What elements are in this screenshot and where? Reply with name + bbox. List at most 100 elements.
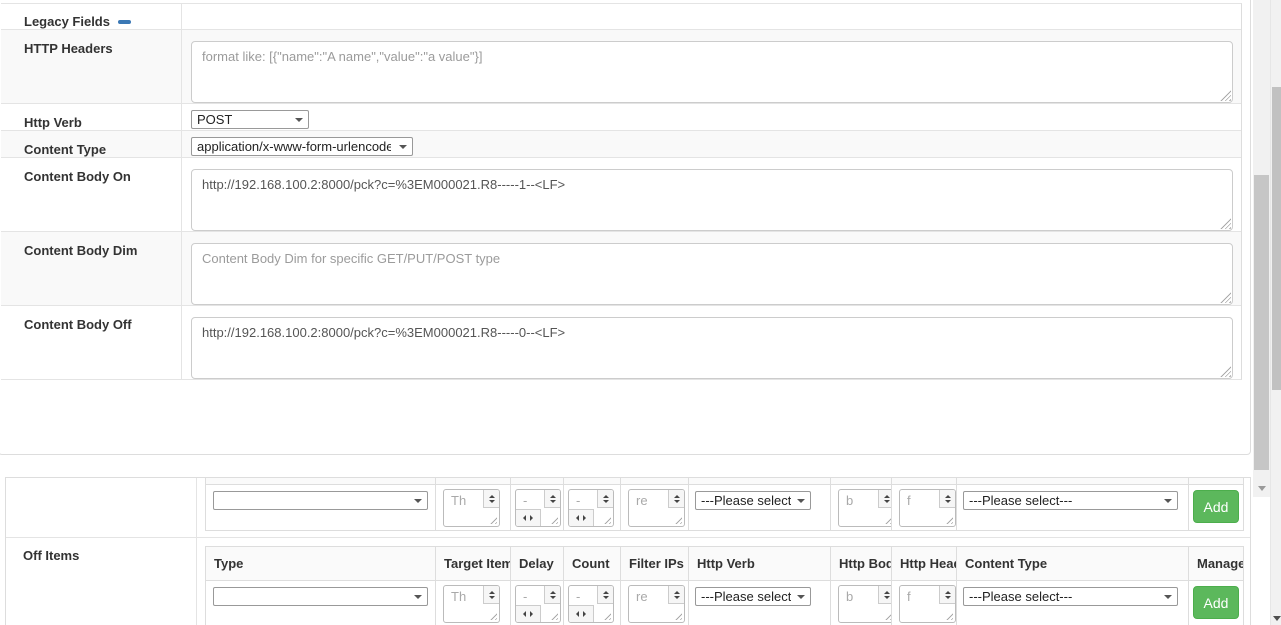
off-http-body-input[interactable]: b — [838, 585, 892, 623]
on-content-type-select[interactable]: ---Please select--- — [963, 491, 1178, 510]
http-verb-selected-value: POST — [197, 112, 232, 127]
form-row-http-verb: Http Verb POST — [1, 103, 1241, 130]
chevron-down-icon — [1164, 595, 1172, 599]
chevron-down-icon — [414, 499, 422, 503]
col-http-body: Http Body — [831, 547, 892, 581]
http-header-placeholder: f — [907, 493, 911, 508]
on-target-item-input[interactable]: Th — [443, 489, 500, 527]
http-verb-select[interactable]: POST — [191, 110, 309, 129]
items-panel: Type Target Item Delay Count Filter IPs … — [5, 477, 1251, 625]
resize-grip-icon[interactable] — [488, 611, 497, 620]
count-placeholder: - — [576, 589, 580, 604]
resize-grip-icon[interactable] — [549, 611, 558, 620]
on-count-input[interactable]: - — [568, 489, 614, 527]
content-type-selected-value: ---Please select--- — [969, 493, 1072, 508]
off-items-row: Off Items Type Target Item Delay Count F… — [6, 538, 1250, 625]
spinner-updown-icon[interactable] — [597, 586, 613, 604]
chevron-down-icon — [295, 118, 303, 122]
on-http-header-input[interactable]: f — [899, 489, 956, 527]
spinner-updown-icon[interactable] — [483, 490, 499, 508]
content-body-dim-textarea[interactable] — [191, 243, 1233, 305]
form-row-legacy-fields: Legacy Fields — [1, 4, 1241, 29]
window-scroll-down-button[interactable] — [1271, 611, 1281, 625]
content-body-on-label: Content Body On — [1, 158, 182, 231]
spinner-updown-icon[interactable] — [878, 586, 892, 604]
spinner-updown-icon[interactable] — [878, 490, 892, 508]
arrow-down-icon — [1273, 616, 1281, 621]
resize-grip-icon[interactable] — [673, 515, 682, 524]
off-content-type-select[interactable]: ---Please select--- — [963, 587, 1178, 606]
on-type-select[interactable] — [213, 491, 428, 510]
collapse-minus-icon[interactable] — [118, 20, 131, 24]
content-body-off-label: Content Body Off — [1, 306, 182, 379]
col-delay: Delay — [511, 547, 564, 581]
resize-grip-icon[interactable] — [944, 515, 953, 524]
form-row-content-body-off: Content Body Off http://192.168.100.2:80… — [1, 305, 1241, 379]
content-body-on-textarea[interactable]: http://192.168.100.2:8000/pck?c=%3EM0000… — [191, 169, 1233, 231]
spinner-updown-icon[interactable] — [483, 586, 499, 604]
filter-ips-placeholder: re — [636, 493, 648, 508]
spinner-updown-icon[interactable] — [668, 490, 684, 508]
window-scrollbar-thumb[interactable] — [1272, 87, 1281, 390]
arrow-down-icon — [1258, 486, 1266, 491]
spinner-updown-icon[interactable] — [544, 586, 560, 604]
spinner-leftright-icon[interactable] — [516, 509, 541, 526]
off-http-verb-select[interactable]: ---Please select--- — [695, 587, 811, 606]
chevron-down-icon — [399, 145, 407, 149]
on-http-body-input[interactable]: b — [838, 489, 892, 527]
delay-placeholder: - — [523, 589, 527, 604]
resize-grip-icon[interactable] — [883, 515, 892, 524]
spinner-updown-icon[interactable] — [544, 490, 560, 508]
http-verb-selected-value: ---Please select--- — [701, 493, 791, 508]
resize-grip-icon[interactable] — [488, 515, 497, 524]
off-target-item-input[interactable]: Th — [443, 585, 500, 623]
filter-ips-placeholder: re — [636, 589, 648, 604]
spinner-updown-icon[interactable] — [939, 490, 955, 508]
chevron-down-icon — [797, 595, 805, 599]
off-items-table: Type Target Item Delay Count Filter IPs … — [205, 546, 1244, 625]
chevron-down-icon — [414, 595, 422, 599]
on-filter-ips-input[interactable]: re — [628, 489, 685, 527]
legacy-fields-label: Legacy Fields — [1, 4, 182, 29]
form-row-http-headers: HTTP Headers — [1, 29, 1241, 103]
off-http-header-input[interactable]: f — [899, 585, 956, 623]
on-items-row: Type Target Item Delay Count Filter IPs … — [6, 478, 1250, 538]
spinner-updown-icon[interactable] — [668, 586, 684, 604]
spinner-leftright-icon[interactable] — [569, 509, 594, 526]
form-row-content-body-on: Content Body On http://192.168.100.2:800… — [1, 157, 1241, 231]
on-delay-input[interactable]: - — [515, 489, 561, 527]
col-target-item: Target Item — [436, 547, 511, 581]
off-delay-input[interactable]: - — [515, 585, 561, 623]
spinner-updown-icon[interactable] — [939, 586, 955, 604]
content-type-select[interactable]: application/x-www-form-urlencoded — [191, 137, 413, 156]
on-add-button[interactable]: Add — [1193, 490, 1239, 523]
off-filter-ips-input[interactable]: re — [628, 585, 685, 623]
window-scrollbar[interactable] — [1270, 0, 1281, 625]
inner-scroll-down-button[interactable] — [1253, 480, 1270, 497]
on-http-verb-select[interactable]: ---Please select--- — [695, 491, 811, 510]
legacy-fields-label-text: Legacy Fields — [24, 14, 110, 29]
http-body-placeholder: b — [846, 589, 853, 604]
form-row-content-body-dim: Content Body Dim — [1, 231, 1241, 305]
resize-grip-icon[interactable] — [944, 611, 953, 620]
col-filter-ips: Filter IPs — [621, 547, 689, 581]
legacy-fields-panel: Legacy Fields HTTP Headers Http Verb P — [0, 0, 1251, 455]
resize-grip-icon[interactable] — [883, 611, 892, 620]
resize-grip-icon[interactable] — [549, 515, 558, 524]
http-verb-selected-value: ---Please select--- — [701, 589, 791, 604]
spinner-leftright-icon[interactable] — [516, 605, 541, 622]
spinner-leftright-icon[interactable] — [569, 605, 594, 622]
col-content-type: Content Type — [957, 547, 1189, 581]
off-add-button[interactable]: Add — [1193, 586, 1239, 619]
resize-grip-icon[interactable] — [602, 515, 611, 524]
inner-scrollbar[interactable] — [1253, 0, 1270, 497]
resize-grip-icon[interactable] — [673, 611, 682, 620]
resize-grip-icon[interactable] — [602, 611, 611, 620]
inner-scrollbar-thumb[interactable] — [1254, 175, 1269, 470]
spinner-updown-icon[interactable] — [597, 490, 613, 508]
off-type-select[interactable] — [213, 587, 428, 606]
on-items-table: Type Target Item Delay Count Filter IPs … — [205, 478, 1244, 531]
content-body-off-textarea[interactable]: http://192.168.100.2:8000/pck?c=%3EM0000… — [191, 317, 1233, 379]
off-count-input[interactable]: - — [568, 585, 614, 623]
http-headers-textarea[interactable] — [191, 41, 1233, 103]
